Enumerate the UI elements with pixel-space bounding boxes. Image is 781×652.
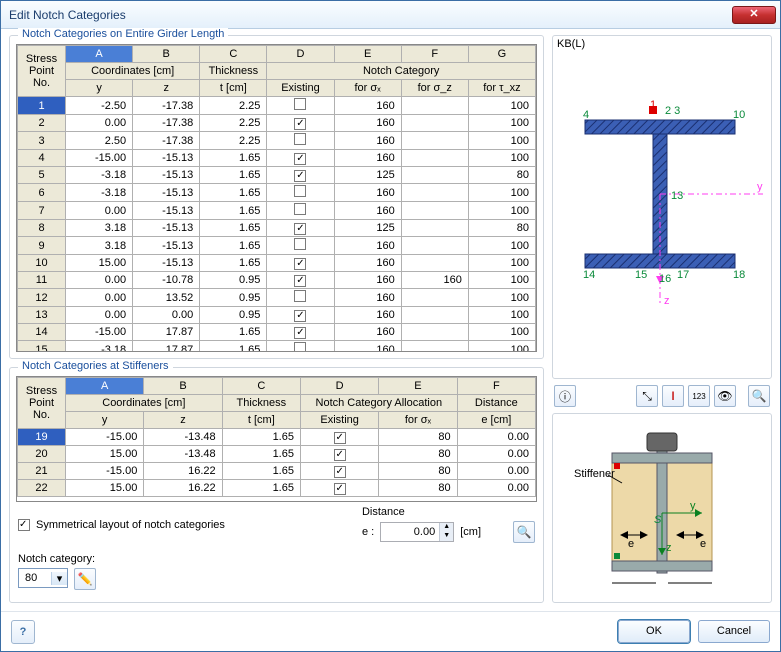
axes-button[interactable]: ⤡ bbox=[636, 385, 658, 407]
symm-label: Symmetrical layout of notch categories bbox=[36, 519, 225, 531]
svg-text:10: 10 bbox=[733, 109, 745, 121]
e-label: e : bbox=[362, 526, 374, 538]
table-row[interactable]: 4-15.00-15.131.65160100 bbox=[18, 150, 536, 167]
notch-category-combo[interactable]: 80 ▾ bbox=[18, 568, 68, 588]
stiffener-diagram: Stiffener S y z e e bbox=[552, 413, 772, 603]
existing-checkbox[interactable] bbox=[294, 310, 306, 322]
help-button[interactable]: ? bbox=[11, 620, 35, 644]
window-title: Edit Notch Categories bbox=[9, 8, 732, 22]
existing-checkbox[interactable] bbox=[294, 275, 306, 287]
existing-checkbox[interactable] bbox=[294, 327, 306, 339]
numbers-button[interactable]: 123 bbox=[688, 385, 710, 407]
table-row[interactable]: 6-3.18-15.131.65160100 bbox=[18, 184, 536, 202]
table-row[interactable]: 5-3.18-15.131.6512580 bbox=[18, 167, 536, 184]
close-button[interactable]: ✕ bbox=[732, 6, 776, 24]
section-preview: KB(L) y z 4 10 bbox=[552, 35, 772, 379]
svg-text:18: 18 bbox=[733, 269, 745, 281]
spin-down-icon[interactable]: ▼ bbox=[439, 532, 453, 541]
existing-checkbox[interactable] bbox=[294, 238, 306, 250]
table-row[interactable]: 2215.0016.221.65800.00 bbox=[18, 480, 536, 497]
table-row[interactable]: 70.00-15.131.65160100 bbox=[18, 202, 536, 220]
existing-checkbox[interactable] bbox=[294, 185, 306, 197]
svg-text:e: e bbox=[700, 538, 706, 550]
symm-checkbox[interactable] bbox=[18, 519, 30, 531]
titlebar: Edit Notch Categories ✕ bbox=[1, 1, 780, 29]
group-stiffeners: Notch Categories at Stiffeners StressPoi… bbox=[9, 367, 544, 603]
table-row[interactable]: 93.18-15.131.65160100 bbox=[18, 237, 536, 255]
notch-category-value: 80 bbox=[19, 572, 51, 584]
table-entire-length[interactable]: StressPoint No.ABCDEFGCoordinates [cm]Th… bbox=[17, 45, 536, 352]
pick-category-button[interactable]: ✏️ bbox=[74, 568, 96, 590]
table-row[interactable]: 20.00-17.382.25160100 bbox=[18, 115, 536, 132]
table-row[interactable]: 2015.00-13.481.65800.00 bbox=[18, 446, 536, 463]
existing-checkbox[interactable] bbox=[334, 466, 346, 478]
e-spinner[interactable]: ▲▼ bbox=[380, 522, 454, 542]
existing-checkbox[interactable] bbox=[334, 432, 346, 444]
existing-checkbox[interactable] bbox=[294, 203, 306, 215]
ok-button[interactable]: OK bbox=[618, 620, 690, 643]
table-row[interactable]: 15-3.1817.871.65160100 bbox=[18, 341, 536, 353]
svg-text:2 3: 2 3 bbox=[665, 105, 680, 117]
svg-text:S: S bbox=[654, 514, 662, 526]
existing-checkbox[interactable] bbox=[294, 342, 306, 352]
svg-text:13: 13 bbox=[671, 190, 683, 202]
section-svg: y z 4 10 14 15 16 17 18 1 2 3 13 bbox=[553, 36, 771, 326]
existing-checkbox[interactable] bbox=[294, 170, 306, 182]
group2-legend: Notch Categories at Stiffeners bbox=[18, 360, 173, 372]
table-row[interactable]: 1015.00-15.131.65160100 bbox=[18, 255, 536, 272]
notch-category-label: Notch category: bbox=[18, 553, 96, 565]
ibeam-button[interactable]: I bbox=[662, 385, 684, 407]
table-row[interactable]: 110.00-10.780.95160160100 bbox=[18, 272, 536, 289]
existing-checkbox[interactable] bbox=[334, 483, 346, 495]
svg-text:z: z bbox=[664, 295, 670, 307]
table-row[interactable]: 19-15.00-13.481.65800.00 bbox=[18, 429, 536, 446]
table-row[interactable]: 130.000.000.95160100 bbox=[18, 307, 536, 324]
existing-checkbox[interactable] bbox=[294, 133, 306, 145]
existing-checkbox[interactable] bbox=[294, 223, 306, 235]
svg-text:14: 14 bbox=[583, 269, 595, 281]
zoom-button[interactable]: 🔍 bbox=[748, 385, 770, 407]
spin-up-icon[interactable]: ▲ bbox=[439, 523, 453, 532]
table-row[interactable]: 120.0013.520.95160100 bbox=[18, 289, 536, 307]
pick-distance-button[interactable]: 🔍 bbox=[513, 521, 535, 543]
preview-toolbar: ⓘ ⤡ I 123 👁 🔍 bbox=[552, 385, 772, 407]
table-stiffeners[interactable]: StressPoint No.ABCDEFCoordinates [cm]Thi… bbox=[17, 377, 536, 497]
existing-checkbox[interactable] bbox=[294, 258, 306, 270]
group-entire-length: Notch Categories on Entire Girder Length… bbox=[9, 35, 544, 359]
existing-checkbox[interactable] bbox=[294, 118, 306, 130]
svg-text:y: y bbox=[690, 500, 696, 512]
svg-text:17: 17 bbox=[677, 269, 689, 281]
preview-caption: KB(L) bbox=[557, 38, 585, 50]
svg-text:y: y bbox=[757, 181, 763, 193]
table-row[interactable]: 32.50-17.382.25160100 bbox=[18, 132, 536, 150]
visibility-button[interactable]: 👁 bbox=[714, 385, 736, 407]
svg-text:e: e bbox=[628, 538, 634, 550]
distance-label: Distance bbox=[362, 506, 405, 518]
cancel-button[interactable]: Cancel bbox=[698, 620, 770, 643]
existing-checkbox[interactable] bbox=[334, 449, 346, 461]
group1-legend: Notch Categories on Entire Girder Length bbox=[18, 28, 228, 40]
chevron-down-icon[interactable]: ▾ bbox=[51, 572, 67, 585]
existing-checkbox[interactable] bbox=[294, 290, 306, 302]
svg-text:4: 4 bbox=[583, 109, 589, 121]
table-row[interactable]: 1-2.50-17.382.25160100 bbox=[18, 97, 536, 115]
svg-text:16: 16 bbox=[659, 273, 671, 285]
info-button[interactable]: ⓘ bbox=[554, 385, 576, 407]
existing-checkbox[interactable] bbox=[294, 153, 306, 165]
e-unit: [cm] bbox=[460, 526, 481, 538]
e-input[interactable] bbox=[381, 523, 439, 541]
table-row[interactable]: 21-15.0016.221.65800.00 bbox=[18, 463, 536, 480]
table-row[interactable]: 14-15.0017.871.65160100 bbox=[18, 324, 536, 341]
svg-text:z: z bbox=[666, 542, 672, 554]
stiffener-label: Stiffener bbox=[574, 468, 615, 480]
existing-checkbox[interactable] bbox=[294, 98, 306, 110]
svg-text:15: 15 bbox=[635, 269, 647, 281]
table-row[interactable]: 83.18-15.131.6512580 bbox=[18, 220, 536, 237]
